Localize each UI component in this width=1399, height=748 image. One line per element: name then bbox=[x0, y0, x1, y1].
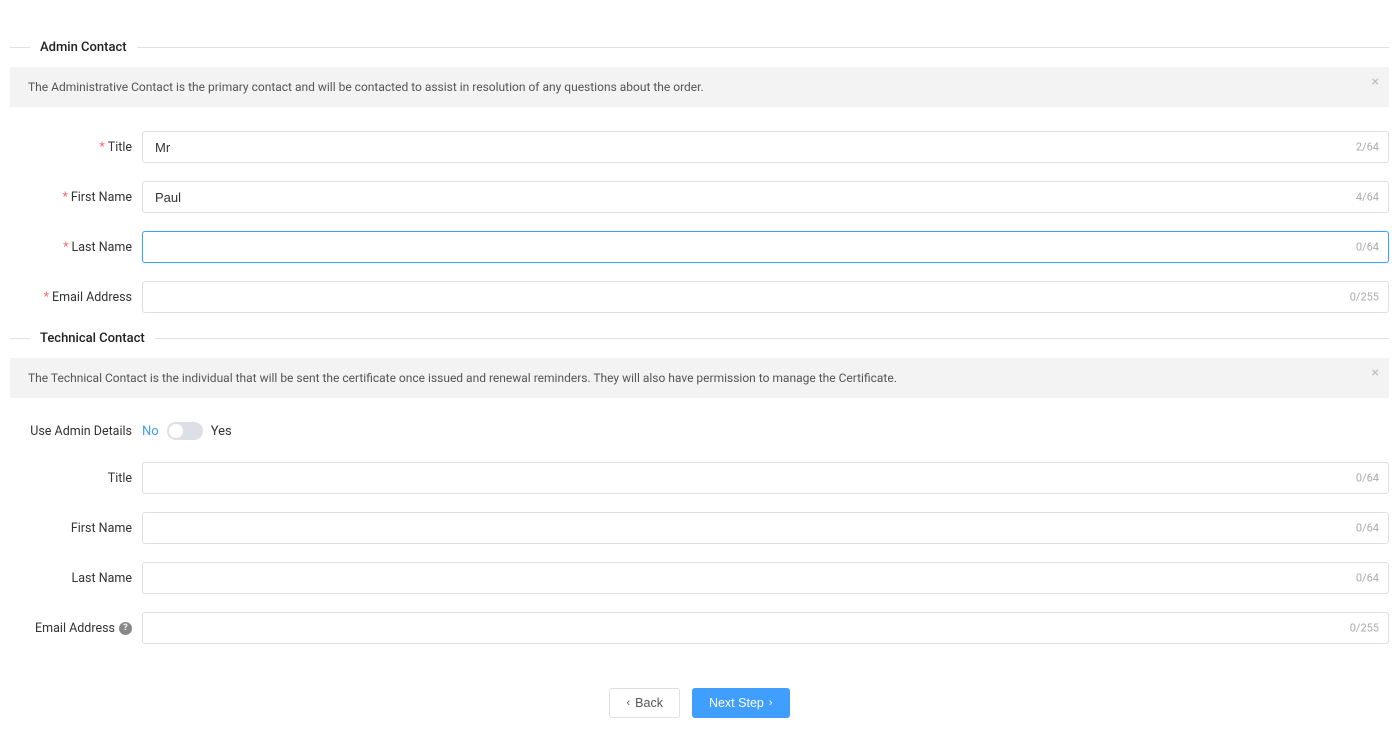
admin-firstname-input[interactable] bbox=[142, 181, 1389, 213]
tech-lastname-row: Last Name 0/64 bbox=[10, 562, 1389, 594]
tech-email-row: Email Address? 0/255 bbox=[10, 612, 1389, 644]
tech-firstname-row: First Name 0/64 bbox=[10, 512, 1389, 544]
admin-title-row: *Title 2/64 bbox=[10, 131, 1389, 163]
next-step-button-label: Next Step bbox=[709, 696, 764, 710]
tech-firstname-input[interactable] bbox=[142, 512, 1389, 544]
close-icon[interactable]: × bbox=[1372, 366, 1379, 380]
admin-section-title: Admin Contact bbox=[40, 40, 127, 55]
use-admin-details-toggle[interactable] bbox=[167, 422, 203, 440]
admin-section-header: Admin Contact bbox=[10, 40, 1389, 55]
admin-email-input[interactable] bbox=[142, 281, 1389, 313]
technical-section-title: Technical Contact bbox=[40, 331, 145, 346]
tech-title-label: Title bbox=[10, 471, 142, 486]
admin-info-text: The Administrative Contact is the primar… bbox=[28, 80, 704, 94]
admin-lastname-input[interactable] bbox=[142, 231, 1389, 263]
use-admin-details-label: Use Admin Details bbox=[10, 424, 142, 439]
admin-info-banner: The Administrative Contact is the primar… bbox=[10, 67, 1389, 107]
chevron-right-icon: › bbox=[769, 697, 773, 709]
admin-title-label: *Title bbox=[10, 140, 142, 155]
technical-section-header: Technical Contact bbox=[10, 331, 1389, 346]
toggle-yes-label: Yes bbox=[211, 424, 232, 439]
admin-title-input[interactable] bbox=[142, 131, 1389, 163]
tech-lastname-label: Last Name bbox=[10, 571, 142, 586]
technical-info-text: The Technical Contact is the individual … bbox=[28, 371, 897, 385]
admin-email-row: *Email Address 0/255 bbox=[10, 281, 1389, 313]
tech-title-row: Title 0/64 bbox=[10, 462, 1389, 494]
tech-firstname-label: First Name bbox=[10, 521, 142, 536]
close-icon[interactable]: × bbox=[1372, 75, 1379, 89]
use-admin-details-row: Use Admin Details No Yes bbox=[10, 422, 1389, 440]
back-button-label: Back bbox=[635, 696, 663, 710]
admin-firstname-row: *First Name 4/64 bbox=[10, 181, 1389, 213]
admin-lastname-row: *Last Name 0/64 bbox=[10, 231, 1389, 263]
tech-email-label: Email Address? bbox=[10, 621, 142, 636]
tech-title-input[interactable] bbox=[142, 462, 1389, 494]
technical-info-banner: The Technical Contact is the individual … bbox=[10, 358, 1389, 398]
admin-email-label: *Email Address bbox=[10, 290, 142, 305]
tech-email-input[interactable] bbox=[142, 612, 1389, 644]
toggle-no-label: No bbox=[142, 424, 159, 439]
help-icon[interactable]: ? bbox=[119, 622, 132, 635]
tech-lastname-input[interactable] bbox=[142, 562, 1389, 594]
admin-firstname-label: *First Name bbox=[10, 190, 142, 205]
admin-lastname-label: *Last Name bbox=[10, 240, 142, 255]
chevron-left-icon: ‹ bbox=[626, 697, 630, 709]
